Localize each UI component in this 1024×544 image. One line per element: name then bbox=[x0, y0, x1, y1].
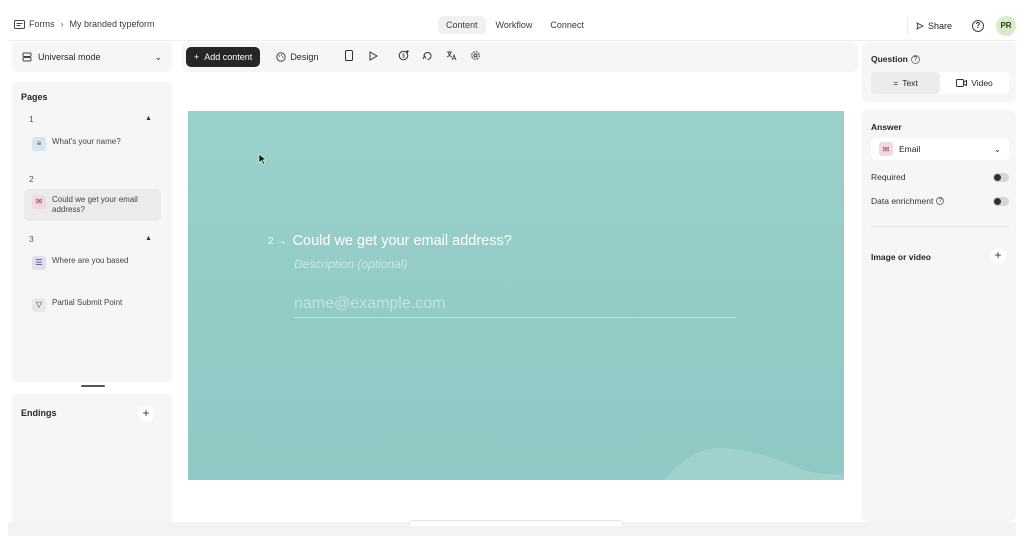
multiple-choice-icon: ☰ bbox=[32, 256, 46, 270]
page-number: 2 bbox=[29, 174, 34, 184]
translate-icon[interactable] bbox=[444, 50, 458, 64]
breadcrumb-form-name[interactable]: My branded typeform bbox=[70, 19, 155, 29]
text-tab-label: Text bbox=[902, 78, 918, 88]
page-item-label: Could we get your email address? bbox=[52, 195, 138, 214]
question-settings-card: Question ? = Text Video bbox=[862, 42, 1016, 102]
question-heading: 2 → Could we get your email address? bbox=[268, 233, 512, 249]
tab-workflow[interactable]: Workflow bbox=[488, 16, 541, 34]
info-icon[interactable]: ? bbox=[910, 54, 920, 64]
answer-type-label: Email bbox=[899, 144, 921, 154]
settings-gear-icon[interactable] bbox=[468, 50, 482, 64]
video-tab[interactable]: Video bbox=[940, 72, 1009, 94]
page-item-name[interactable]: ≡ What's your name? bbox=[24, 131, 161, 157]
send-icon bbox=[916, 22, 924, 30]
answer-heading: Answer bbox=[871, 122, 902, 132]
required-label: Required bbox=[871, 172, 906, 182]
required-row: Required bbox=[871, 172, 1009, 182]
design-label: Design bbox=[290, 52, 319, 62]
mode-label: Universal mode bbox=[38, 52, 101, 62]
page-item-label: Where are you based bbox=[52, 256, 129, 265]
video-camera-icon bbox=[956, 79, 968, 87]
answer-type-dropdown[interactable]: ✉ Email ⌄ bbox=[871, 138, 1009, 160]
chevron-right-icon: › bbox=[60, 19, 64, 29]
mobile-preview-icon[interactable] bbox=[342, 50, 356, 64]
help-icon[interactable]: ? bbox=[972, 20, 984, 32]
tab-content[interactable]: Content bbox=[438, 16, 486, 34]
logic-icon[interactable] bbox=[420, 50, 434, 64]
collapse-caret-icon[interactable]: ▲ bbox=[145, 235, 152, 242]
answer-settings-card: Answer ✉ Email ⌄ Required Data enrichmen… bbox=[862, 110, 1016, 522]
collapse-caret-icon[interactable]: ▲ bbox=[145, 115, 152, 122]
endings-card: Endings + bbox=[12, 394, 172, 524]
breadcrumb-forms-link[interactable]: Forms bbox=[29, 19, 55, 29]
page-item-label: What's your name? bbox=[52, 137, 121, 146]
question-number: 2 bbox=[268, 235, 274, 247]
breadcrumb: Forms › My branded typeform bbox=[14, 19, 155, 29]
pages-heading: Pages bbox=[21, 92, 48, 102]
top-bar: Forms › My branded typeform Content Work… bbox=[8, 14, 1016, 40]
arrow-right-icon: → bbox=[276, 235, 287, 247]
email-icon: ✉ bbox=[32, 195, 46, 209]
info-icon[interactable]: ? bbox=[936, 197, 945, 205]
image-or-video-heading: Image or video bbox=[871, 252, 931, 262]
video-tab-label: Video bbox=[971, 78, 993, 88]
score-icon[interactable]: $ bbox=[396, 50, 410, 64]
mouse-pointer-icon bbox=[258, 153, 267, 168]
page-item-email[interactable]: ✉ Could we get your email address? bbox=[24, 189, 161, 221]
right-panel: Question ? = Text Video Answer ✉ Email ⌄ bbox=[862, 42, 1016, 522]
email-icon: ✉ bbox=[879, 142, 893, 156]
left-panel: Universal mode ⌄ Pages 1 ▲ ≡ What's your… bbox=[12, 42, 172, 524]
partial-submit-label: Partial Submit Point bbox=[52, 298, 123, 307]
palette-icon bbox=[276, 52, 287, 62]
funnel-icon: ▽ bbox=[32, 298, 46, 312]
form-preview-canvas[interactable]: 2 → Could we get your email address? Des… bbox=[188, 111, 844, 480]
top-tabs: Content Workflow Connect bbox=[438, 16, 592, 34]
page-number: 1 bbox=[29, 114, 34, 124]
forms-icon bbox=[14, 19, 25, 29]
add-content-label: Add content bbox=[204, 52, 253, 62]
question-title: Question bbox=[871, 54, 908, 64]
question-settings-heading: Question ? bbox=[871, 54, 920, 64]
data-enrichment-row: Data enrichment ? bbox=[871, 196, 1009, 206]
partial-submit-point[interactable]: ▽ Partial Submit Point bbox=[24, 292, 161, 318]
share-label: Share bbox=[927, 21, 952, 31]
editor-toolbar: + Add content Design $ bbox=[182, 42, 858, 72]
description-field[interactable]: Description (optional) bbox=[294, 257, 407, 271]
chevron-down-icon: ⌄ bbox=[154, 51, 162, 62]
svg-text:$: $ bbox=[402, 54, 405, 60]
decorative-hill-shape bbox=[664, 447, 844, 480]
resize-handle[interactable] bbox=[81, 385, 105, 387]
tab-connect[interactable]: Connect bbox=[542, 16, 592, 34]
design-button[interactable]: Design bbox=[276, 52, 318, 62]
question-text[interactable]: Could we get your email address? bbox=[293, 233, 512, 249]
chevron-down-icon: ⌄ bbox=[994, 144, 1001, 154]
pages-card: Pages 1 ▲ ≡ What's your name? 2 ✉ Could … bbox=[12, 82, 172, 382]
plus-icon: + bbox=[194, 52, 200, 62]
divider bbox=[871, 226, 1009, 227]
play-preview-icon[interactable] bbox=[366, 50, 380, 64]
text-tab[interactable]: = Text bbox=[871, 72, 940, 94]
share-button[interactable]: Share bbox=[906, 17, 960, 35]
question-format-toggle: = Text Video bbox=[871, 72, 1009, 94]
add-content-button[interactable]: + Add content bbox=[186, 47, 261, 67]
data-enrichment-label: Data enrichment bbox=[871, 196, 934, 206]
text-lines-icon: = bbox=[893, 78, 899, 88]
bottom-panel-handle[interactable] bbox=[408, 520, 624, 526]
email-answer-input[interactable] bbox=[294, 295, 736, 318]
endings-heading: Endings bbox=[21, 408, 57, 418]
required-toggle[interactable] bbox=[993, 172, 1009, 182]
data-enrichment-toggle[interactable] bbox=[993, 196, 1009, 206]
add-ending-icon[interactable]: + bbox=[138, 406, 154, 422]
top-divider bbox=[8, 40, 1016, 41]
top-right-actions: Share ? PR bbox=[906, 16, 1016, 36]
avatar[interactable]: PR bbox=[996, 16, 1016, 36]
page-item-location[interactable]: ☰ Where are you based bbox=[24, 250, 161, 276]
app-window: Forms › My branded typeform Content Work… bbox=[8, 14, 1016, 536]
page-number: 3 bbox=[29, 234, 34, 244]
add-media-icon[interactable]: + bbox=[990, 248, 1006, 264]
layers-icon bbox=[22, 52, 32, 62]
mode-selector[interactable]: Universal mode ⌄ bbox=[12, 42, 172, 72]
short-text-icon: ≡ bbox=[32, 137, 46, 151]
